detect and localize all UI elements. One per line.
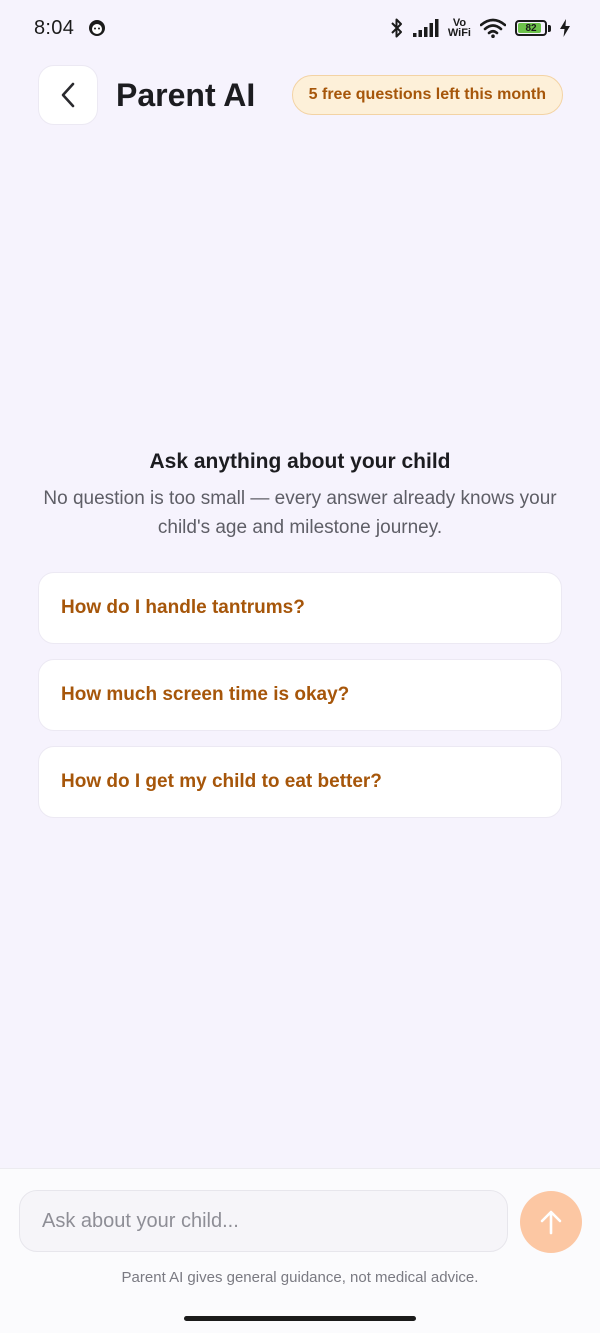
empty-state: Ask anything about your child No questio… bbox=[0, 450, 600, 542]
back-button[interactable] bbox=[38, 65, 98, 125]
battery-icon: 82 bbox=[515, 20, 551, 36]
message-input[interactable] bbox=[19, 1190, 508, 1252]
empty-state-title: Ask anything about your child bbox=[149, 450, 451, 473]
header: Parent AI 5 free questions left this mon… bbox=[38, 64, 563, 126]
empty-state-subtitle: No question is too small — every answer … bbox=[43, 488, 557, 538]
signal-icon bbox=[412, 19, 439, 37]
disclaimer: Parent AI gives general guidance, not me… bbox=[121, 1269, 479, 1286]
app-notification-icon bbox=[88, 19, 106, 37]
status-left: 8:04 bbox=[34, 17, 106, 40]
suggested-questions: How do I handle tantrums? How much scree… bbox=[38, 572, 562, 833]
suggestion-eating[interactable]: How do I get my child to eat better? bbox=[38, 746, 562, 818]
chevron-left-icon bbox=[60, 82, 76, 108]
bluetooth-icon bbox=[390, 17, 404, 39]
vowifi-indicator: Vo WiFi bbox=[447, 18, 471, 39]
page-title: Parent AI bbox=[116, 76, 256, 113]
battery-body: 82 bbox=[515, 20, 547, 36]
battery-cap bbox=[548, 24, 551, 32]
status-time: 8:04 bbox=[34, 16, 75, 39]
suggestion-screen-time[interactable]: How much screen time is okay? bbox=[38, 659, 562, 731]
suggestion-tantrums[interactable]: How do I handle tantrums? bbox=[38, 572, 562, 644]
status-right: Vo WiFi 82 bbox=[390, 17, 570, 39]
quota-badge: 5 free questions left this month bbox=[291, 75, 563, 115]
battery-level: 82 bbox=[525, 22, 537, 34]
home-indicator[interactable] bbox=[184, 1316, 416, 1321]
wifi-icon bbox=[480, 18, 506, 38]
send-button[interactable] bbox=[520, 1191, 582, 1253]
arrow-up-icon bbox=[539, 1209, 563, 1235]
charging-icon bbox=[560, 19, 570, 37]
status-bar: 8:04 Vo WiFi 82 bbox=[0, 0, 600, 56]
vowifi-bottom: WiFi bbox=[447, 27, 471, 39]
composer: Parent AI gives general guidance, not me… bbox=[0, 1168, 600, 1333]
